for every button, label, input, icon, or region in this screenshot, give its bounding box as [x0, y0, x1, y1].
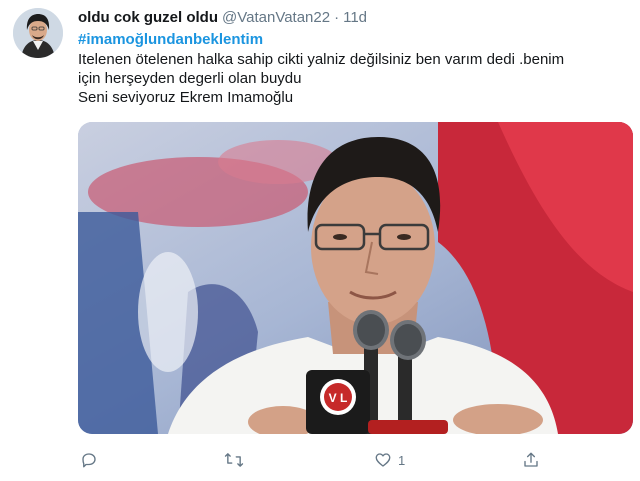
- tweet-header: oldu cok guzel oldu @VatanVatan22 · 11d: [78, 8, 367, 28]
- reply-icon: [80, 451, 98, 469]
- retweet-icon: [224, 451, 244, 469]
- display-name[interactable]: oldu cok guzel oldu: [78, 9, 218, 26]
- tweet-text-line: Seni seviyoruz Ekrem Imamoğlu: [78, 89, 294, 106]
- tweet-text-line: Itelenen ötelenen halka sahip cikti yaln…: [78, 51, 565, 68]
- hashtag-link[interactable]: #imamoğlundanbeklentim: [78, 30, 263, 50]
- tweet-text-line: için herşeyden degerli olan buydu: [78, 70, 302, 87]
- timestamp[interactable]: 11d: [343, 9, 367, 26]
- reply-button[interactable]: [80, 448, 98, 472]
- like-count: 1: [398, 452, 406, 468]
- mic-logo-text: V L: [329, 391, 348, 405]
- tweet-media-image[interactable]: V L: [78, 122, 633, 434]
- heart-icon: [374, 451, 392, 469]
- avatar[interactable]: [13, 8, 63, 58]
- share-icon: [522, 451, 540, 469]
- tweet-actions: 1: [78, 448, 558, 472]
- like-button[interactable]: 1: [374, 448, 405, 472]
- share-button[interactable]: [522, 448, 540, 472]
- tweet-text: Itelenen ötelenen halka sahip cikti yaln…: [78, 50, 623, 107]
- tweet[interactable]: oldu cok guzel oldu @VatanVatan22 · 11d #im…: [0, 0, 640, 481]
- separator-dot: ·: [334, 9, 340, 26]
- retweet-button[interactable]: [224, 448, 244, 472]
- user-handle[interactable]: @VatanVatan22: [222, 9, 330, 26]
